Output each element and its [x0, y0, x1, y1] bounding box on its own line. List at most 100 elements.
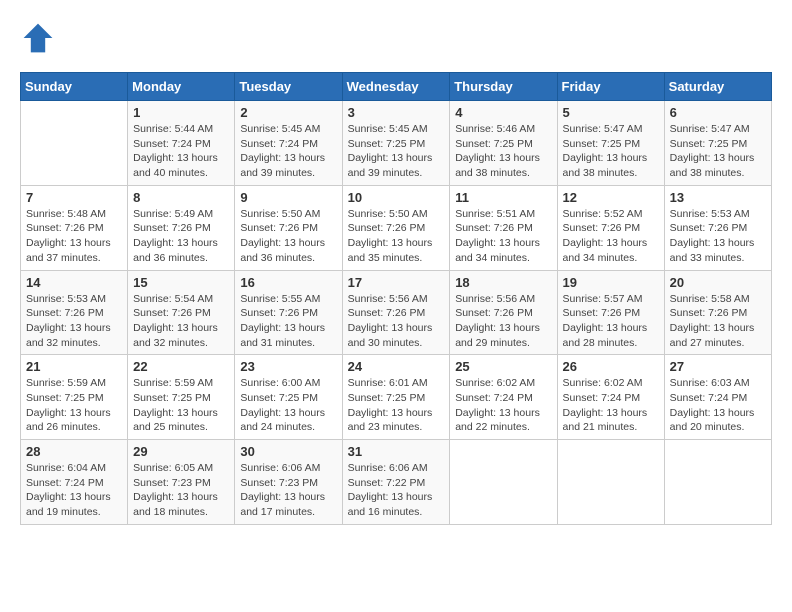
day-info: Sunrise: 6:05 AM Sunset: 7:23 PM Dayligh…: [133, 461, 229, 520]
day-info: Sunrise: 6:04 AM Sunset: 7:24 PM Dayligh…: [26, 461, 122, 520]
day-number: 10: [348, 190, 445, 205]
day-info: Sunrise: 5:57 AM Sunset: 7:26 PM Dayligh…: [563, 292, 659, 351]
day-number: 13: [670, 190, 766, 205]
day-number: 17: [348, 275, 445, 290]
calendar-cell: 5Sunrise: 5:47 AM Sunset: 7:25 PM Daylig…: [557, 101, 664, 186]
day-info: Sunrise: 6:01 AM Sunset: 7:25 PM Dayligh…: [348, 376, 445, 435]
day-info: Sunrise: 5:46 AM Sunset: 7:25 PM Dayligh…: [455, 122, 551, 181]
weekday-header: Friday: [557, 73, 664, 101]
calendar-cell: 29 Sunrise: 6:05 AM Sunset: 7:23 PM Dayli…: [128, 440, 235, 525]
calendar-body: 1 Sunrise: 5:44 AM Sunset: 7:24 PM Daylig…: [21, 101, 772, 525]
day-number: 20: [670, 275, 766, 290]
day-number: 16: [240, 275, 336, 290]
weekday-header: Saturday: [664, 73, 771, 101]
calendar-cell: 15 Sunrise: 5:54 AM Sunset: 7:26 PM Dayli…: [128, 270, 235, 355]
day-number: 2: [240, 105, 336, 120]
calendar-cell: 10 Sunrise: 5:50 AM Sunset: 7:26 PM Dayli…: [342, 185, 450, 270]
day-info: Sunrise: 5:45 AM Sunset: 7:25 PM Dayligh…: [348, 122, 445, 181]
calendar-cell: [557, 440, 664, 525]
calendar-cell: 11Sunrise: 5:51 AM Sunset: 7:26 PM Dayli…: [450, 185, 557, 270]
day-info: Sunrise: 5:48 AM Sunset: 7:26 PM Dayligh…: [26, 207, 122, 266]
calendar-cell: 17 Sunrise: 5:56 AM Sunset: 7:26 PM Dayli…: [342, 270, 450, 355]
weekday-header: Sunday: [21, 73, 128, 101]
logo-icon: [20, 20, 56, 56]
calendar-cell: [450, 440, 557, 525]
day-info: Sunrise: 5:47 AM Sunset: 7:25 PM Dayligh…: [670, 122, 766, 181]
weekday-header: Tuesday: [235, 73, 342, 101]
calendar-cell: 24 Sunrise: 6:01 AM Sunset: 7:25 PM Dayli…: [342, 355, 450, 440]
day-number: 18: [455, 275, 551, 290]
day-info: Sunrise: 5:50 AM Sunset: 7:26 PM Dayligh…: [348, 207, 445, 266]
calendar-week-row: 1 Sunrise: 5:44 AM Sunset: 7:24 PM Daylig…: [21, 101, 772, 186]
calendar-cell: 8Sunrise: 5:49 AM Sunset: 7:26 PM Daylig…: [128, 185, 235, 270]
calendar-cell: 6Sunrise: 5:47 AM Sunset: 7:25 PM Daylig…: [664, 101, 771, 186]
calendar-week-row: 28 Sunrise: 6:04 AM Sunset: 7:24 PM Dayli…: [21, 440, 772, 525]
day-info: Sunrise: 5:58 AM Sunset: 7:26 PM Dayligh…: [670, 292, 766, 351]
day-number: 19: [563, 275, 659, 290]
day-number: 27: [670, 359, 766, 374]
weekday-header: Monday: [128, 73, 235, 101]
calendar-cell: 28 Sunrise: 6:04 AM Sunset: 7:24 PM Dayli…: [21, 440, 128, 525]
calendar-table: SundayMondayTuesdayWednesdayThursdayFrid…: [20, 72, 772, 525]
calendar-cell: 3 Sunrise: 5:45 AM Sunset: 7:25 PM Daylig…: [342, 101, 450, 186]
day-info: Sunrise: 5:53 AM Sunset: 7:26 PM Dayligh…: [26, 292, 122, 351]
day-number: 7: [26, 190, 122, 205]
day-number: 1: [133, 105, 229, 120]
day-number: 29: [133, 444, 229, 459]
calendar-cell: 20 Sunrise: 5:58 AM Sunset: 7:26 PM Dayli…: [664, 270, 771, 355]
calendar-cell: [664, 440, 771, 525]
day-info: Sunrise: 6:06 AM Sunset: 7:22 PM Dayligh…: [348, 461, 445, 520]
calendar-week-row: 14Sunrise: 5:53 AM Sunset: 7:26 PM Dayli…: [21, 270, 772, 355]
day-info: Sunrise: 5:50 AM Sunset: 7:26 PM Dayligh…: [240, 207, 336, 266]
day-number: 15: [133, 275, 229, 290]
day-number: 9: [240, 190, 336, 205]
calendar-cell: 1 Sunrise: 5:44 AM Sunset: 7:24 PM Daylig…: [128, 101, 235, 186]
day-info: Sunrise: 5:47 AM Sunset: 7:25 PM Dayligh…: [563, 122, 659, 181]
day-number: 24: [348, 359, 445, 374]
weekday-header: Wednesday: [342, 73, 450, 101]
day-number: 28: [26, 444, 122, 459]
day-number: 22: [133, 359, 229, 374]
day-info: Sunrise: 5:59 AM Sunset: 7:25 PM Dayligh…: [26, 376, 122, 435]
day-info: Sunrise: 5:45 AM Sunset: 7:24 PM Dayligh…: [240, 122, 336, 181]
calendar-cell: 16 Sunrise: 5:55 AM Sunset: 7:26 PM Dayli…: [235, 270, 342, 355]
calendar-cell: 14Sunrise: 5:53 AM Sunset: 7:26 PM Dayli…: [21, 270, 128, 355]
calendar-cell: 26Sunrise: 6:02 AM Sunset: 7:24 PM Dayli…: [557, 355, 664, 440]
day-info: Sunrise: 6:02 AM Sunset: 7:24 PM Dayligh…: [455, 376, 551, 435]
day-info: Sunrise: 5:44 AM Sunset: 7:24 PM Dayligh…: [133, 122, 229, 181]
weekday-header: Thursday: [450, 73, 557, 101]
logo: [20, 20, 60, 56]
day-info: Sunrise: 5:49 AM Sunset: 7:26 PM Dayligh…: [133, 207, 229, 266]
day-info: Sunrise: 5:59 AM Sunset: 7:25 PM Dayligh…: [133, 376, 229, 435]
day-number: 21: [26, 359, 122, 374]
day-number: 11: [455, 190, 551, 205]
calendar-cell: [21, 101, 128, 186]
day-info: Sunrise: 5:56 AM Sunset: 7:26 PM Dayligh…: [348, 292, 445, 351]
calendar-cell: 31 Sunrise: 6:06 AM Sunset: 7:22 PM Dayli…: [342, 440, 450, 525]
day-number: 25: [455, 359, 551, 374]
day-number: 12: [563, 190, 659, 205]
day-info: Sunrise: 5:54 AM Sunset: 7:26 PM Dayligh…: [133, 292, 229, 351]
day-info: Sunrise: 5:55 AM Sunset: 7:26 PM Dayligh…: [240, 292, 336, 351]
day-number: 3: [348, 105, 445, 120]
calendar-cell: 27Sunrise: 6:03 AM Sunset: 7:24 PM Dayli…: [664, 355, 771, 440]
day-number: 30: [240, 444, 336, 459]
calendar-cell: 12Sunrise: 5:52 AM Sunset: 7:26 PM Dayli…: [557, 185, 664, 270]
calendar-cell: 19 Sunrise: 5:57 AM Sunset: 7:26 PM Dayli…: [557, 270, 664, 355]
calendar-cell: 23 Sunrise: 6:00 AM Sunset: 7:25 PM Dayli…: [235, 355, 342, 440]
calendar-cell: 25 Sunrise: 6:02 AM Sunset: 7:24 PM Dayli…: [450, 355, 557, 440]
day-number: 23: [240, 359, 336, 374]
calendar-cell: 30Sunrise: 6:06 AM Sunset: 7:23 PM Dayli…: [235, 440, 342, 525]
day-number: 26: [563, 359, 659, 374]
day-info: Sunrise: 6:00 AM Sunset: 7:25 PM Dayligh…: [240, 376, 336, 435]
calendar-cell: 13 Sunrise: 5:53 AM Sunset: 7:26 PM Dayli…: [664, 185, 771, 270]
day-number: 4: [455, 105, 551, 120]
day-number: 31: [348, 444, 445, 459]
calendar-cell: 7 Sunrise: 5:48 AM Sunset: 7:26 PM Daylig…: [21, 185, 128, 270]
calendar-week-row: 7 Sunrise: 5:48 AM Sunset: 7:26 PM Daylig…: [21, 185, 772, 270]
calendar-cell: 2 Sunrise: 5:45 AM Sunset: 7:24 PM Daylig…: [235, 101, 342, 186]
day-info: Sunrise: 5:53 AM Sunset: 7:26 PM Dayligh…: [670, 207, 766, 266]
calendar-cell: 21 Sunrise: 5:59 AM Sunset: 7:25 PM Dayli…: [21, 355, 128, 440]
calendar-cell: 22 Sunrise: 5:59 AM Sunset: 7:25 PM Dayli…: [128, 355, 235, 440]
calendar-header-row: SundayMondayTuesdayWednesdayThursdayFrid…: [21, 73, 772, 101]
